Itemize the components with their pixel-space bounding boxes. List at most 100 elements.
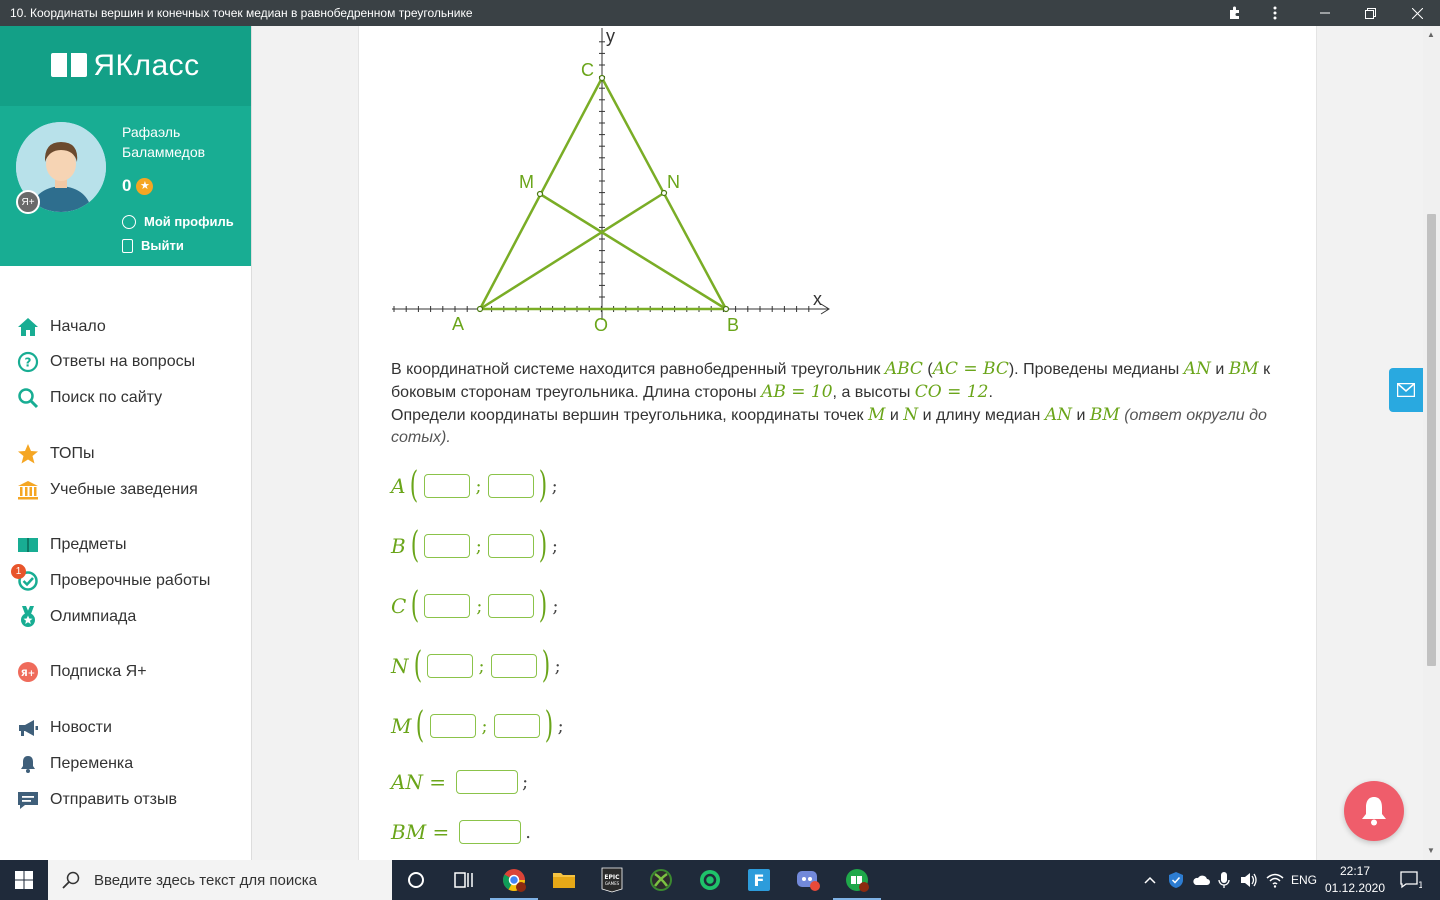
point-c: [598, 74, 606, 82]
start-button[interactable]: [0, 860, 48, 900]
sidebar-item-olympiad[interactable]: Олимпиада: [0, 602, 252, 632]
my-profile-link[interactable]: Мой профиль: [122, 214, 234, 229]
text: и: [889, 407, 899, 424]
answer-c-y[interactable]: [488, 594, 535, 618]
answer-b-y[interactable]: [487, 534, 534, 558]
sidebar-item-subjects[interactable]: Предметы: [0, 530, 252, 560]
taskbar: Введите здесь текст для поиска EPIC GAMES…: [0, 860, 1440, 900]
taskbar-yaklass[interactable]: [833, 860, 881, 900]
scroll-down-icon[interactable]: ▼: [1427, 846, 1435, 855]
onedrive-icon[interactable]: [1192, 860, 1210, 900]
math-abc: ABC: [884, 359, 923, 379]
scroll-up-icon[interactable]: ▲: [1427, 30, 1435, 39]
separator: ;: [476, 595, 483, 617]
answer-c-x[interactable]: [424, 594, 471, 618]
bell-icon: [17, 753, 39, 775]
taskbar-discord[interactable]: [784, 860, 832, 900]
sidebar-item-label: Поиск по сайту: [50, 389, 163, 406]
answer-n-y[interactable]: [490, 654, 537, 678]
sidebar-item-institutions[interactable]: Учебные заведения: [0, 475, 252, 505]
bell-icon: [1362, 797, 1386, 826]
answer-row-c: C ( ; ) ;: [391, 586, 559, 626]
task-view-button[interactable]: [440, 860, 488, 900]
math-an: AN: [1183, 359, 1211, 379]
profile-name[interactable]: Рафаэль Баламмедов: [122, 122, 242, 162]
subjects-icon: [17, 534, 39, 556]
clock[interactable]: 22:17 01.12.2020: [1322, 863, 1388, 897]
answer-row-an: AN = ;: [391, 762, 528, 802]
epic-games-icon: EPICGAMES: [601, 867, 623, 893]
defender-icon[interactable]: [1168, 860, 1184, 900]
notifications-bell-button[interactable]: [1344, 781, 1404, 841]
answer-m-x[interactable]: [429, 714, 476, 738]
restore-icon[interactable]: [1350, 0, 1390, 26]
search-icon: [17, 387, 39, 409]
answer-row-n: N ( ; ) ;: [391, 646, 561, 686]
page-scrollbar[interactable]: ▲ ▼: [1423, 26, 1440, 860]
sidebar-item-check-works[interactable]: 1 Проверочные работы: [0, 564, 252, 596]
answer-n-x[interactable]: [426, 654, 473, 678]
sidebar-item-answers[interactable]: ? Ответы на вопросы: [0, 347, 252, 377]
svg-text:EPIC: EPIC: [604, 874, 620, 881]
sidebar-item-home[interactable]: Начало: [0, 312, 252, 342]
question-icon: ?: [17, 351, 39, 373]
answer-row-b: B ( ; ) ;: [391, 526, 558, 566]
cortana-button[interactable]: [392, 860, 440, 900]
row-end: ;: [554, 655, 561, 677]
taskbar-epic-games[interactable]: EPIC GAMES: [588, 860, 636, 900]
cortana-icon: [408, 872, 424, 888]
taskbar-app-green[interactable]: [686, 860, 734, 900]
extensions-icon[interactable]: [1215, 0, 1255, 26]
taskbar-xbox[interactable]: [637, 860, 685, 900]
taskbar-app-f[interactable]: F: [735, 860, 783, 900]
sidebar-item-break[interactable]: Переменка: [0, 749, 252, 779]
action-center-icon[interactable]: 1: [1400, 860, 1422, 900]
medal-icon: [17, 606, 39, 628]
sidebar-item-subscription[interactable]: Я+ Подписка Я+: [0, 657, 252, 687]
point-n: [660, 189, 668, 197]
sidebar: ЯКласс Я+ Рафаэль Баламмедов 0 ★ Мой про…: [0, 26, 252, 860]
text: и: [1076, 407, 1086, 424]
math-n: N: [903, 405, 919, 425]
wifi-icon[interactable]: [1266, 860, 1284, 900]
volume-icon[interactable]: [1240, 860, 1258, 900]
logout-link[interactable]: Выйти: [122, 238, 184, 253]
answer-label: M: [391, 714, 412, 738]
svg-text:F: F: [754, 871, 765, 890]
answer-a-x[interactable]: [423, 474, 470, 498]
microphone-icon[interactable]: [1218, 860, 1230, 900]
answer-m-y[interactable]: [493, 714, 540, 738]
sidebar-item-label: Предметы: [50, 536, 127, 553]
math-an: AN: [1044, 405, 1072, 425]
answer-an-length[interactable]: [456, 770, 519, 794]
tray-chevron-icon[interactable]: [1143, 860, 1157, 900]
xbox-icon: [650, 869, 672, 891]
sidebar-item-feedback[interactable]: Отправить отзыв: [0, 785, 252, 815]
profile-first-name: Рафаэль: [122, 124, 181, 140]
taskbar-search[interactable]: Введите здесь текст для поиска: [48, 860, 392, 900]
feedback-mail-button[interactable]: [1389, 368, 1423, 412]
language-indicator[interactable]: ENG: [1291, 860, 1317, 900]
answer-a-y[interactable]: [487, 474, 534, 498]
math-bm: BM: [1089, 405, 1120, 425]
brand-logo[interactable]: ЯКласс: [0, 26, 251, 106]
label-b: B: [727, 315, 739, 335]
scroll-thumb[interactable]: [1427, 214, 1436, 666]
sidebar-item-news[interactable]: Новости: [0, 713, 252, 743]
answer-bm-length[interactable]: [459, 820, 522, 844]
answer-b-x[interactable]: [423, 534, 470, 558]
separator: ;: [478, 655, 485, 677]
problem-statement: В координатной системе находится равнобе…: [391, 358, 1291, 449]
sidebar-item-tops[interactable]: ТОПы: [0, 439, 252, 469]
profile-last-name: Баламмедов: [122, 144, 206, 160]
close-icon[interactable]: [1397, 0, 1437, 26]
sidebar-item-label: Ответы на вопросы: [50, 353, 196, 370]
taskbar-chrome[interactable]: [490, 860, 538, 900]
taskbar-explorer[interactable]: [540, 860, 588, 900]
mail-icon: [1397, 383, 1415, 397]
minimize-icon[interactable]: [1305, 0, 1345, 26]
menu-kebab-icon[interactable]: [1255, 0, 1295, 26]
sidebar-item-search[interactable]: Поиск по сайту: [0, 383, 252, 413]
math-co: CO = 12: [914, 382, 989, 402]
label-n: N: [667, 172, 680, 192]
